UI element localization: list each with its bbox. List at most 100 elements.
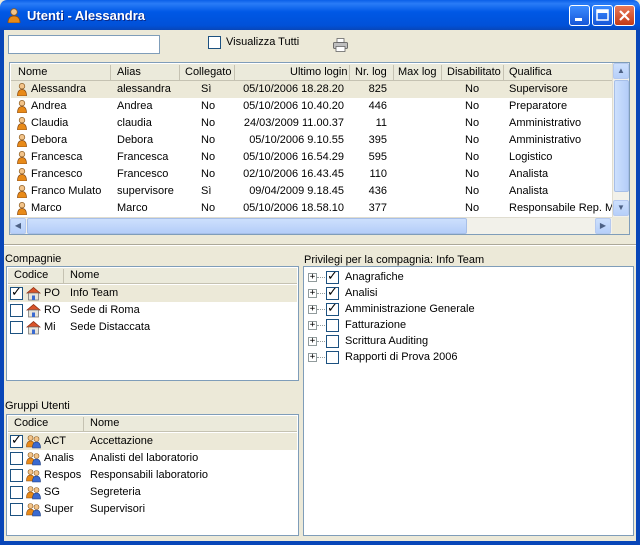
privilege-checkbox[interactable] xyxy=(326,335,339,348)
scroll-up-icon[interactable]: ▲ xyxy=(613,63,629,79)
cell-qualifica: Responsabile Rep. M xyxy=(509,202,615,214)
expand-icon[interactable]: + xyxy=(308,273,317,282)
scroll-down-icon[interactable]: ▼ xyxy=(613,200,629,216)
table-row[interactable]: Alessandra alessandra Sì 05/10/2006 18.28.2… xyxy=(11,81,613,98)
scroll-left-icon[interactable]: ◀ xyxy=(10,218,26,234)
cell-disabilitato: No xyxy=(465,168,480,180)
col-header-qualifica[interactable]: Qualifica xyxy=(509,66,552,78)
cell-nome: Debora xyxy=(31,134,68,146)
cell-collegato: No xyxy=(201,134,216,146)
list-item[interactable]: Analis Analisti del laboratorio xyxy=(8,450,297,467)
privilege-label: Analisi xyxy=(345,287,378,299)
tree-item[interactable]: + Analisi xyxy=(308,285,628,302)
users-list[interactable]: Nome Alias Collegato Ultimo login Nr. lo… xyxy=(9,62,630,235)
companies-list[interactable]: Codice Nome PO Info Team RO Sede di Roma Mi S… xyxy=(6,266,299,381)
cell-ultimo-login: 09/04/2009 9.18.45 xyxy=(249,185,344,197)
title-bar[interactable]: Utenti - Alessandra xyxy=(0,0,640,30)
col-header-alias[interactable]: Alias xyxy=(117,66,141,78)
printer-icon[interactable] xyxy=(333,38,348,52)
window-title: Utenti - Alessandra xyxy=(27,8,145,23)
col-header-codice[interactable]: Codice xyxy=(14,417,48,429)
company-checkbox[interactable] xyxy=(10,285,23,300)
cell-nome: Info Team xyxy=(70,287,119,299)
minimize-button[interactable] xyxy=(569,5,590,26)
list-item[interactable]: ACT Accettazione xyxy=(8,433,297,450)
horizontal-scroll-thumb[interactable] xyxy=(27,218,467,234)
expand-icon[interactable]: + xyxy=(308,353,317,362)
table-row[interactable]: Claudia claudia No 24/03/2009 11.00.37 11 No A… xyxy=(11,115,613,132)
users-vertical-scrollbar[interactable]: ▲ ▼ xyxy=(612,63,629,217)
show-all-checkbox[interactable] xyxy=(208,36,221,49)
expand-icon[interactable]: + xyxy=(308,305,317,314)
cell-qualifica: Amministrativo xyxy=(509,134,582,146)
tree-item[interactable]: + Amministrazione Generale xyxy=(308,301,628,318)
col-header-disabilitato[interactable]: Disabilitato xyxy=(447,66,501,78)
cell-nome: Andrea xyxy=(31,100,67,112)
cell-qualifica: Analista xyxy=(509,168,549,180)
group-checkbox[interactable] xyxy=(10,503,23,516)
cell-collegato: Sì xyxy=(201,83,212,95)
list-item[interactable]: Respos Responsabili laboratorio xyxy=(8,467,297,484)
expand-icon[interactable]: + xyxy=(308,337,317,346)
col-header-max-log[interactable]: Max log xyxy=(398,66,437,78)
tree-item[interactable]: + Fatturazione xyxy=(308,318,628,334)
search-input[interactable] xyxy=(8,35,160,54)
table-row[interactable]: Francesco Francesco No 02/10/2006 16.43.45 1… xyxy=(11,166,613,183)
user-icon xyxy=(17,134,27,147)
cell-nr-log: 446 xyxy=(368,100,387,112)
maximize-button[interactable] xyxy=(592,5,613,26)
expand-icon[interactable]: + xyxy=(308,321,317,330)
list-item[interactable]: Mi Sede Distaccata xyxy=(8,319,297,336)
cell-nome: Responsabili laboratorio xyxy=(90,469,209,481)
group-checkbox[interactable] xyxy=(10,452,23,465)
tree-item[interactable]: + Rapporti di Prova 2006 xyxy=(308,350,628,366)
list-item[interactable]: SG Segreteria xyxy=(8,484,297,501)
cell-codice: PO xyxy=(44,287,60,299)
cell-alias: claudia xyxy=(117,117,152,129)
group-checkbox[interactable] xyxy=(10,433,23,448)
cell-codice: RO xyxy=(44,304,61,316)
cell-nr-log: 11 xyxy=(375,117,387,129)
cell-alias: Francesco xyxy=(117,168,169,180)
tree-item[interactable]: + Anagrafiche xyxy=(308,269,628,286)
col-header-nome[interactable]: Nome xyxy=(18,66,47,78)
privilege-checkbox[interactable] xyxy=(326,269,339,284)
col-header-nome[interactable]: Nome xyxy=(70,269,99,281)
cell-alias: Marco xyxy=(117,202,148,214)
expand-icon[interactable]: + xyxy=(308,289,317,298)
close-button[interactable] xyxy=(614,5,635,26)
scroll-corner xyxy=(612,217,629,234)
col-header-codice[interactable]: Codice xyxy=(14,269,48,281)
users-horizontal-scrollbar[interactable]: ◀ ▶ xyxy=(10,217,612,234)
company-checkbox[interactable] xyxy=(10,304,23,317)
vertical-scroll-thumb[interactable] xyxy=(614,80,629,192)
list-item[interactable]: PO Info Team xyxy=(8,285,297,302)
privilege-checkbox[interactable] xyxy=(326,285,339,300)
table-row[interactable]: Francesca Francesca No 05/10/2006 16.54.29 5… xyxy=(11,149,613,166)
privilege-label: Scrittura Auditing xyxy=(345,335,429,347)
group-checkbox[interactable] xyxy=(10,469,23,482)
groups-list[interactable]: Codice Nome ACT Accettazione Analis Analist… xyxy=(6,414,299,536)
table-row[interactable]: Debora Debora No 05/10/2006 9.10.55 395 No Amm… xyxy=(11,132,613,149)
user-group-icon xyxy=(26,452,41,466)
privilege-checkbox[interactable] xyxy=(326,351,339,364)
col-header-nome[interactable]: Nome xyxy=(90,417,119,429)
company-checkbox[interactable] xyxy=(10,321,23,334)
list-item[interactable]: Super Supervisori xyxy=(8,501,297,518)
horizontal-splitter[interactable] xyxy=(4,244,636,246)
tree-item[interactable]: + Scrittura Auditing xyxy=(308,334,628,350)
privilege-label: Fatturazione xyxy=(345,319,407,331)
group-checkbox[interactable] xyxy=(10,486,23,499)
scroll-right-icon[interactable]: ▶ xyxy=(595,218,611,234)
col-header-collegato[interactable]: Collegato xyxy=(185,66,231,78)
privilege-checkbox[interactable] xyxy=(326,319,339,332)
table-row[interactable]: Marco Marco No 05/10/2006 18.58.10 377 No Resp… xyxy=(11,200,615,217)
cell-nome: Marco xyxy=(31,202,62,214)
privilege-checkbox[interactable] xyxy=(326,301,339,316)
cell-collegato: Sì xyxy=(201,185,212,197)
col-header-nr-log[interactable]: Nr. log xyxy=(355,66,387,78)
col-header-ultimo-login[interactable]: Ultimo login xyxy=(290,66,347,78)
list-item[interactable]: RO Sede di Roma xyxy=(8,302,297,319)
table-row[interactable]: Franco Mulato supervisore Sì 09/04/2009 9.1… xyxy=(11,183,613,200)
table-row[interactable]: Andrea Andrea No 05/10/2006 10.40.20 446 No Pr… xyxy=(11,98,613,115)
